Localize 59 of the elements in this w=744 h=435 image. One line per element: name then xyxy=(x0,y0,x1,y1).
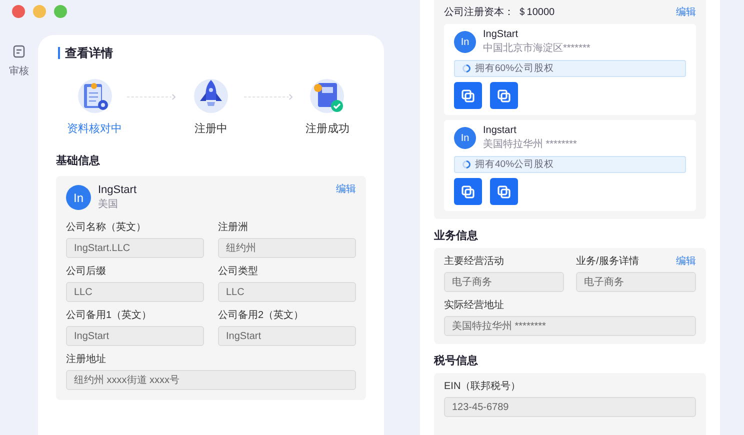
copy-icon xyxy=(461,88,475,102)
readonly-field[interactable]: 电子商务 xyxy=(576,272,696,292)
copy-icon xyxy=(497,184,511,198)
field-label: 主要经营活动 xyxy=(444,254,504,268)
field-label: 注册洲 xyxy=(218,220,248,234)
step-label: 资料核对中 xyxy=(67,122,122,136)
readonly-field[interactable]: LLC xyxy=(66,282,204,302)
shareholder-name: Ingstart xyxy=(483,125,518,136)
step-label: 注册中 xyxy=(194,122,228,136)
copy-button[interactable] xyxy=(454,178,482,205)
readonly-field[interactable]: 美国特拉华州 ******** xyxy=(444,316,696,336)
readonly-field[interactable]: IngStart.LLC xyxy=(66,238,204,258)
section-heading: 基础信息 xyxy=(56,154,101,168)
shareholder-name: IngStart xyxy=(483,29,520,40)
window-control-icon[interactable] xyxy=(12,5,25,18)
registered-capital: 公司注册资本： ＄10000 xyxy=(444,6,555,19)
avatar: In xyxy=(454,31,476,53)
section-heading: 税号信息 xyxy=(434,354,479,368)
dashed-arrow-icon xyxy=(127,93,178,101)
readonly-field[interactable]: IngStart xyxy=(218,326,356,346)
readonly-field[interactable]: 纽约州 xxxx街道 xxxx号 xyxy=(66,370,356,390)
shareholder-address: 中国北京市海淀区******* xyxy=(483,42,590,55)
share-text: 拥有40%公司股权 xyxy=(475,158,554,171)
copy-icon xyxy=(461,184,475,198)
field-label: 公司后缀 xyxy=(66,264,106,278)
readonly-field[interactable]: 电子商务 xyxy=(444,272,564,292)
field-label: 实际经营地址 xyxy=(444,298,504,312)
field-label: EIN（联邦税号） xyxy=(444,380,521,393)
edit-link[interactable]: 编辑 xyxy=(336,182,356,196)
avatar: In xyxy=(66,185,91,210)
dashed-arrow-icon xyxy=(244,93,295,101)
share-text: 拥有60%公司股权 xyxy=(475,62,554,75)
readonly-field[interactable]: 纽约州 xyxy=(218,238,356,258)
pie-icon xyxy=(462,64,471,73)
field-label: 公司名称（英文） xyxy=(66,220,146,234)
field-label: 业务/服务详情 xyxy=(576,254,639,268)
readonly-field[interactable]: 123-45-6789 xyxy=(444,397,696,417)
shareholder-address: 美国特拉华州 ******** xyxy=(483,138,577,151)
field-label: 公司类型 xyxy=(218,264,258,278)
field-label: 注册地址 xyxy=(66,352,106,366)
copy-icon xyxy=(497,88,511,102)
readonly-field[interactable]: LLC xyxy=(218,282,356,302)
company-name: IngStart xyxy=(98,184,137,196)
field-label: 公司备用2（英文） xyxy=(218,308,304,322)
field-label: 公司备用1（英文） xyxy=(66,308,152,322)
readonly-field[interactable]: IngStart xyxy=(66,326,204,346)
section-heading: 业务信息 xyxy=(434,228,479,243)
copy-button[interactable] xyxy=(454,82,482,109)
sidebar-item[interactable]: 审核 xyxy=(9,64,29,78)
copy-button[interactable] xyxy=(490,82,518,109)
step-label: 注册成功 xyxy=(305,122,350,136)
edit-link[interactable]: 编辑 xyxy=(676,5,696,19)
edit-link[interactable]: 编辑 xyxy=(676,254,696,268)
pie-icon xyxy=(462,160,471,169)
panel-title: 查看详情 xyxy=(58,47,366,59)
document-icon[interactable] xyxy=(13,45,25,58)
avatar: In xyxy=(454,127,476,149)
copy-button[interactable] xyxy=(490,178,518,205)
company-country: 美国 xyxy=(98,198,119,211)
